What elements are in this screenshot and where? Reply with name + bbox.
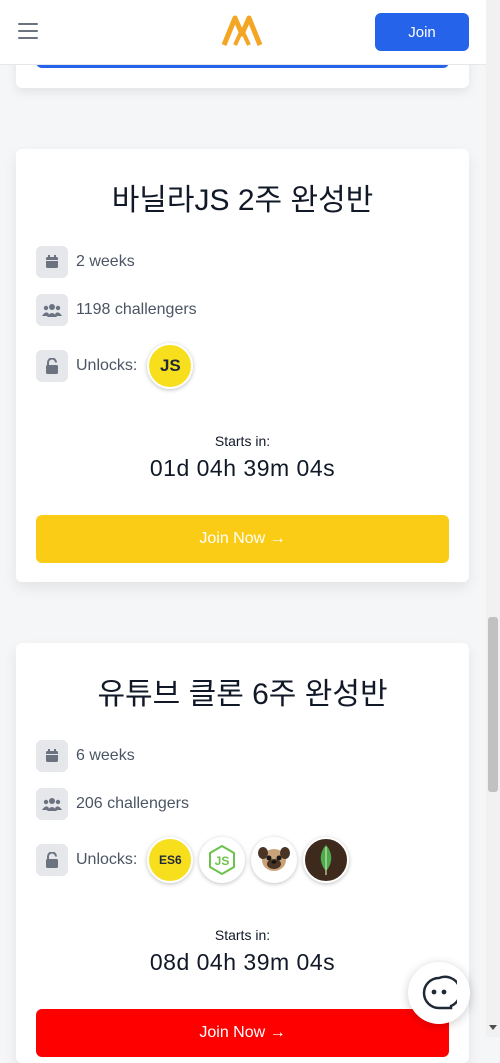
course-title: 바닐라JS 2주 완성반 — [111, 184, 374, 217]
nodejs-badge-icon[interactable]: JS — [199, 837, 246, 883]
duration-text: 6 weeks — [76, 747, 135, 764]
unlocks-label: Unlocks: — [76, 851, 138, 868]
countdown-timer: 08d 04h 39m 04s — [149, 949, 336, 975]
join-now-button[interactable]: Join Now → — [36, 1009, 449, 1057]
lock-icon — [36, 844, 68, 876]
unlock-badges: JS — [147, 343, 199, 389]
pug-badge-icon[interactable] — [251, 837, 298, 883]
users-icon — [36, 294, 68, 326]
challengers-row: 1198 challengers — [36, 294, 197, 326]
hamburger-menu-icon[interactable] — [18, 23, 38, 39]
page-scrollbar[interactable] — [486, 0, 500, 1037]
users-icon — [36, 788, 68, 820]
unlock-badges: ES6 JS — [147, 837, 355, 883]
chat-bubble-icon — [422, 975, 457, 1010]
countdown-timer: 01d 04h 39m 04s — [149, 455, 336, 481]
course-card: 바닐라JS 2주 완성반 2 weeks 1198 challengers Un… — [16, 149, 469, 582]
calendar-icon — [36, 246, 68, 278]
duration-text: 2 weeks — [76, 253, 135, 270]
join-now-button[interactable]: Join Now → — [36, 515, 449, 563]
scrollbar-thumb[interactable] — [488, 617, 498, 792]
challengers-text: 206 challengers — [76, 795, 189, 812]
badge-label: ES6 — [159, 853, 182, 867]
badge-label: JS — [159, 356, 181, 375]
starts-label: Starts in: — [214, 433, 271, 449]
top-navbar: Join — [0, 0, 486, 65]
svg-text:JS: JS — [215, 854, 230, 868]
unlocks-label: Unlocks: — [76, 357, 138, 374]
site-logo[interactable] — [221, 14, 263, 48]
calendar-icon — [36, 740, 68, 772]
lock-icon — [36, 350, 68, 382]
mongodb-badge-icon[interactable] — [303, 837, 350, 883]
unlocks-row: Unlocks: ES6 JS — [36, 837, 355, 883]
join-button[interactable]: Join — [375, 13, 469, 51]
challengers-row: 206 challengers — [36, 788, 189, 820]
challengers-text: 1198 challengers — [76, 301, 197, 318]
course-title: 유튜브 클론 6주 완성반 — [97, 678, 388, 711]
duration-row: 2 weeks — [36, 246, 135, 278]
chat-widget-button[interactable] — [408, 962, 470, 1024]
duration-row: 6 weeks — [36, 740, 135, 772]
unlocks-row: Unlocks: JS — [36, 343, 199, 389]
starts-label: Starts in: — [214, 927, 271, 943]
javascript-badge-icon[interactable]: JS — [147, 343, 194, 389]
scroll-down-arrow-icon[interactable] — [489, 1025, 497, 1030]
es6-badge-icon[interactable]: ES6 — [147, 837, 194, 883]
course-card: 유튜브 클론 6주 완성반 6 weeks 206 challengers Un… — [16, 643, 469, 1063]
